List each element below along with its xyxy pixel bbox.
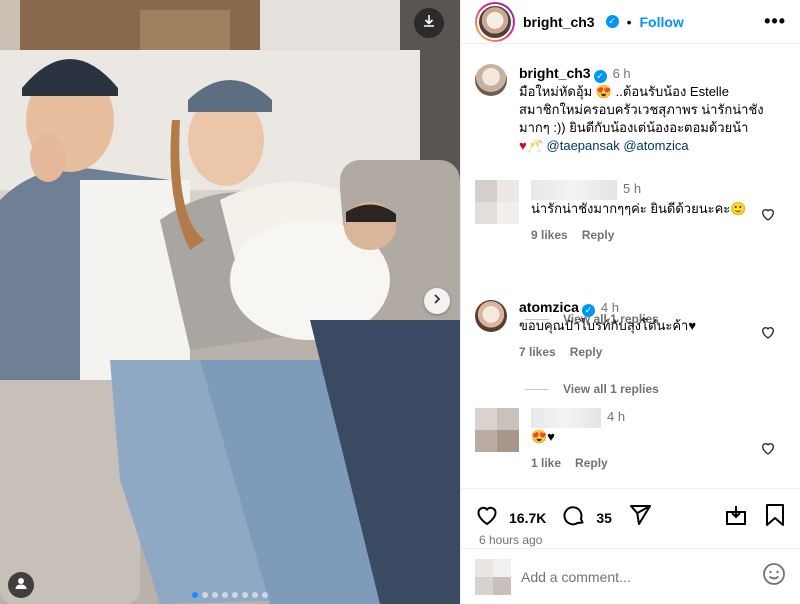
post-header: bright_ch3 ✓ • Follow ••• bbox=[461, 0, 800, 44]
carousel-next-button[interactable] bbox=[424, 288, 450, 314]
carousel-dot bbox=[202, 592, 208, 598]
carousel-dot bbox=[232, 592, 238, 598]
commenter-avatar[interactable] bbox=[475, 180, 519, 224]
post-timestamp: 6 hours ago bbox=[479, 533, 543, 547]
carousel-dot bbox=[242, 592, 248, 598]
chevron-right-icon bbox=[431, 292, 443, 310]
comment-heart-icon[interactable] bbox=[760, 324, 776, 345]
caption-username[interactable]: bright_ch3 bbox=[519, 65, 591, 81]
comment-time: 5 h bbox=[623, 181, 642, 197]
comment-item: 5 h น่ารักน่าชังมากๆๆค่ะ ยินดีด้วยนะคะ🙂 … bbox=[475, 180, 786, 244]
comment-heart-icon[interactable] bbox=[760, 440, 776, 461]
carousel-dot bbox=[192, 592, 198, 598]
verified-badge-icon: ✓ bbox=[593, 69, 607, 83]
caption: bright_ch3 ✓ 6 h มือใหม่หัดอุ้ม 😍 ..ต้อนรั… bbox=[475, 64, 786, 155]
commenter-avatar[interactable] bbox=[475, 300, 507, 332]
carousel-indicator bbox=[0, 592, 460, 598]
post-details-panel: bright_ch3 ✓ • Follow ••• bright_ch3 ✓ 6 h… bbox=[460, 0, 800, 604]
caption-avatar[interactable] bbox=[475, 64, 507, 96]
reply-button[interactable]: Reply bbox=[582, 226, 615, 244]
save-icon[interactable] bbox=[764, 503, 786, 532]
mention-link[interactable]: @atomzica bbox=[623, 138, 688, 153]
commenter-avatar[interactable] bbox=[475, 408, 519, 452]
share-icon[interactable] bbox=[628, 503, 652, 532]
caption-line: มือใหม่หัดอุ้ม 😍 ..ต้อนรับน้อง Estelle bbox=[519, 84, 729, 99]
download-post-icon[interactable] bbox=[724, 503, 748, 532]
comment-likes[interactable]: 7 likes bbox=[519, 343, 556, 361]
reply-button[interactable]: Reply bbox=[570, 343, 603, 361]
comment-heart-icon[interactable] bbox=[760, 206, 776, 227]
comment-atomzica: atomzica ✓ 4 h ขอบคุณป๋าไบรท์กับลุงโต๋นะค้… bbox=[475, 298, 786, 361]
current-user-avatar bbox=[475, 558, 511, 595]
author-avatar[interactable] bbox=[475, 1, 515, 42]
photo-scene bbox=[0, 0, 460, 604]
reply-button[interactable]: Reply bbox=[575, 454, 608, 472]
carousel-dot bbox=[222, 592, 228, 598]
caption-emojis: ♥🥂 bbox=[519, 138, 543, 153]
comments-list[interactable]: bright_ch3 ✓ 6 h มือใหม่หัดอุ้ม 😍 ..ต้อนรั… bbox=[461, 44, 800, 488]
view-replies-link[interactable]: View all 1 replies bbox=[525, 382, 659, 396]
post-actions: 16.7K 35 6 hours ago bbox=[461, 488, 800, 548]
like-count[interactable]: 16.7K bbox=[509, 510, 546, 526]
commenter-username[interactable] bbox=[531, 408, 601, 428]
commenter-username[interactable]: atomzica bbox=[519, 299, 579, 315]
comment-item: 4 h 😍♥ 1 like Reply bbox=[475, 408, 786, 472]
comment-time: 4 h bbox=[607, 409, 626, 425]
verified-badge-icon: ✓ bbox=[581, 303, 595, 317]
comment-count[interactable]: 35 bbox=[596, 510, 612, 526]
comment-icon[interactable] bbox=[562, 503, 586, 532]
comment-text: 😍♥ bbox=[531, 429, 555, 444]
separator-dot: • bbox=[626, 13, 632, 30]
download-button[interactable] bbox=[414, 8, 444, 38]
post-photo[interactable] bbox=[0, 0, 460, 604]
carousel-dot bbox=[252, 592, 258, 598]
caption-line: สมาชิกใหม่ครอบครัวเวชสุภาพร น่ารักน่าชัง bbox=[519, 102, 764, 117]
comment-text: น่ารักน่าชังมากๆๆค่ะ ยินดีด้วยนะคะ🙂 bbox=[531, 201, 747, 216]
caption-time: 6 h bbox=[612, 66, 631, 81]
caption-line: มากๆ :)) ยินดีกับน้องเต่น้องอะตอมด้วยน้า bbox=[519, 120, 749, 135]
author-username[interactable]: bright_ch3 bbox=[523, 14, 595, 30]
download-icon bbox=[421, 13, 437, 34]
comment-text: ขอบคุณป๋าไบรท์กับลุงโต๋นะค้า♥ bbox=[519, 318, 697, 333]
comment-time: 4 h bbox=[600, 300, 619, 315]
more-options-icon[interactable]: ••• bbox=[764, 11, 786, 32]
comment-likes[interactable]: 1 like bbox=[531, 454, 561, 472]
emoji-icon[interactable] bbox=[762, 562, 786, 591]
commenter-username[interactable] bbox=[531, 180, 617, 200]
comment-likes[interactable]: 9 likes bbox=[531, 226, 568, 244]
comment-input[interactable] bbox=[521, 568, 752, 585]
carousel-dot bbox=[212, 592, 218, 598]
carousel-dot bbox=[262, 592, 268, 598]
follow-button[interactable]: Follow bbox=[639, 14, 683, 30]
heart-icon[interactable] bbox=[475, 503, 499, 532]
verified-badge-icon: ✓ bbox=[605, 15, 619, 28]
mention-link[interactable]: @taepansak bbox=[547, 138, 620, 153]
add-comment-bar bbox=[461, 548, 800, 604]
